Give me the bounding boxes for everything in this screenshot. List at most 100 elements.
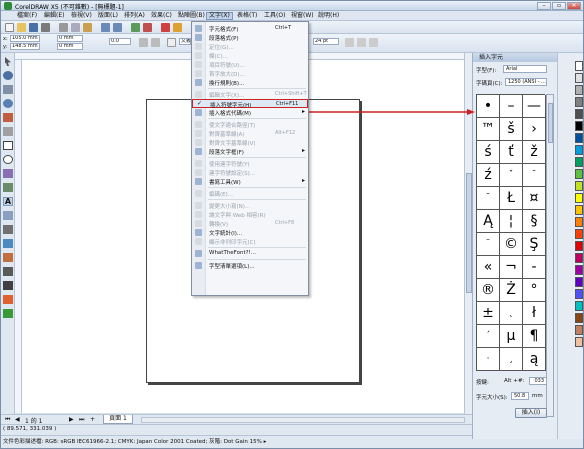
save-icon[interactable]	[29, 23, 38, 32]
undo-icon[interactable]	[101, 23, 110, 32]
text-menu-item[interactable]: 段落文字框(F) ▸	[192, 147, 308, 156]
color-swatch[interactable]	[575, 73, 583, 83]
copy-icon[interactable]	[71, 23, 80, 32]
glyph-cell[interactable]: Ą	[477, 210, 500, 233]
glyph-cell[interactable]: Ş	[523, 233, 546, 256]
redo-icon[interactable]	[113, 23, 122, 32]
color-swatch[interactable]	[575, 337, 583, 347]
text-menu-item[interactable]: 段落格式(P)	[192, 33, 308, 42]
character-grid-scrollbar[interactable]	[546, 94, 554, 417]
glyph-cell[interactable]: ¶	[523, 325, 546, 348]
glyph-cell[interactable]: ˛	[500, 302, 523, 325]
underline-icon[interactable]	[369, 38, 378, 47]
menu-bitmaps[interactable]: 點陣圖(B)	[176, 12, 207, 20]
glyph-cell[interactable]: ™	[477, 118, 500, 141]
text-tool-icon[interactable]: A	[3, 197, 13, 206]
last-page-icon[interactable]: ⏭	[79, 416, 84, 424]
glyph-cell[interactable]: —	[523, 95, 546, 118]
glyph-cell[interactable]: Ł	[500, 187, 523, 210]
text-menu-item[interactable]: 字型清單選項(L)...	[192, 261, 308, 270]
height-field[interactable]: 0 mm	[57, 43, 83, 50]
glyph-cell[interactable]: •	[477, 95, 500, 118]
code-page-dropdown[interactable]: 1250 (ANSI - ...	[505, 78, 547, 86]
glyph-cell[interactable]: ź	[477, 164, 500, 187]
glyph-cell[interactable]: Ż	[500, 279, 523, 302]
color-swatch[interactable]	[575, 289, 583, 299]
application-launcher-icon[interactable]	[161, 23, 170, 32]
text-menu-item[interactable]: 換行規則(B)...	[192, 78, 308, 87]
glyph-cell[interactable]: –	[500, 95, 523, 118]
connector-tool-icon[interactable]	[3, 239, 13, 248]
glyph-cell[interactable]: ą	[523, 348, 546, 371]
color-swatch[interactable]	[575, 181, 583, 191]
menu-file[interactable]: 檔案(F)	[15, 12, 39, 20]
add-page-icon[interactable]: +	[90, 416, 95, 423]
blend-tool-icon[interactable]	[3, 253, 13, 262]
color-swatch[interactable]	[575, 193, 583, 203]
zoom-tool-icon[interactable]	[3, 99, 13, 108]
color-swatch[interactable]	[575, 301, 583, 311]
menu-edit[interactable]: 編輯(E)	[42, 12, 66, 20]
glyph-cell[interactable]: ť	[500, 141, 523, 164]
page-tab-1[interactable]: 頁面 1	[103, 415, 133, 424]
color-swatch[interactable]	[575, 97, 583, 107]
glyph-cell[interactable]: °	[523, 279, 546, 302]
menu-tools[interactable]: 工具(O)	[262, 12, 287, 20]
glyph-cell[interactable]: ˇ	[500, 164, 523, 187]
insert-button[interactable]: 插入(I)	[515, 408, 547, 418]
crop-tool-icon[interactable]	[3, 85, 13, 94]
x-position-field[interactable]: 105.0 mm	[10, 35, 40, 42]
italic-icon[interactable]	[357, 38, 366, 47]
font-size-field[interactable]: 24 pt	[313, 38, 339, 45]
color-swatch[interactable]	[575, 169, 583, 179]
color-swatch[interactable]	[575, 205, 583, 215]
color-swatch[interactable]	[575, 265, 583, 275]
freehand-tool-icon[interactable]	[3, 113, 13, 122]
color-swatch[interactable]	[575, 133, 583, 143]
color-swatch[interactable]	[575, 253, 583, 263]
color-swatch[interactable]	[575, 313, 583, 323]
glyph-cell[interactable]: §	[523, 210, 546, 233]
interactive-fill-tool-icon[interactable]	[3, 309, 13, 318]
color-swatch[interactable]	[575, 217, 583, 227]
glyph-cell[interactable]: ł	[523, 302, 546, 325]
previous-page-icon[interactable]: ◀	[15, 416, 20, 423]
text-menu-item[interactable]: 書寫工具(W) ▸	[192, 177, 308, 186]
color-swatch[interactable]	[575, 229, 583, 239]
pick-tool-icon[interactable]	[5, 57, 11, 66]
menu-effects[interactable]: 效果(C)	[149, 12, 174, 20]
export-icon[interactable]	[143, 23, 152, 32]
font-dropdown[interactable]: Arial	[503, 65, 547, 73]
font-list-field[interactable]: 文義	[179, 38, 191, 45]
width-field[interactable]: 0 mm	[57, 35, 83, 42]
color-swatch[interactable]	[575, 121, 583, 131]
glyph-cell[interactable]: ®	[477, 279, 500, 302]
glyph-cell[interactable]: ś	[477, 141, 500, 164]
text-menu-item[interactable]: ✓ 插入符號字元(H) Ctrl+F11	[192, 99, 308, 109]
glyph-cell[interactable]: ±	[477, 302, 500, 325]
menu-text[interactable]: 文字(X)	[206, 12, 233, 20]
bold-icon[interactable]	[345, 38, 354, 47]
print-icon[interactable]	[41, 23, 50, 32]
minimize-button[interactable]: –	[537, 2, 551, 10]
color-swatch[interactable]	[575, 241, 583, 251]
character-grid-scroll-thumb[interactable]	[548, 103, 553, 143]
color-swatch[interactable]	[575, 145, 583, 155]
glyph-cell[interactable]: ¬	[500, 256, 523, 279]
table-tool-icon[interactable]	[3, 211, 13, 220]
mirror-vertical-icon[interactable]	[151, 38, 160, 47]
color-swatch[interactable]	[575, 157, 583, 167]
color-swatch[interactable]	[575, 325, 583, 335]
cut-icon[interactable]	[59, 23, 68, 32]
menu-help[interactable]: 說明(H)	[316, 12, 341, 20]
import-icon[interactable]	[131, 23, 140, 32]
menu-window[interactable]: 視窗(W)	[289, 12, 316, 20]
polygon-tool-icon[interactable]	[3, 169, 13, 178]
close-button[interactable]: ✕	[567, 2, 581, 10]
text-menu-item[interactable]: 文字統計(I)...	[192, 228, 308, 237]
eyedropper-tool-icon[interactable]	[3, 267, 13, 276]
keystroke-field[interactable]: 033	[529, 377, 547, 385]
text-orientation-icon[interactable]	[167, 38, 176, 47]
rectangle-tool-icon[interactable]	[3, 141, 13, 150]
fill-tool-icon[interactable]	[3, 295, 13, 304]
